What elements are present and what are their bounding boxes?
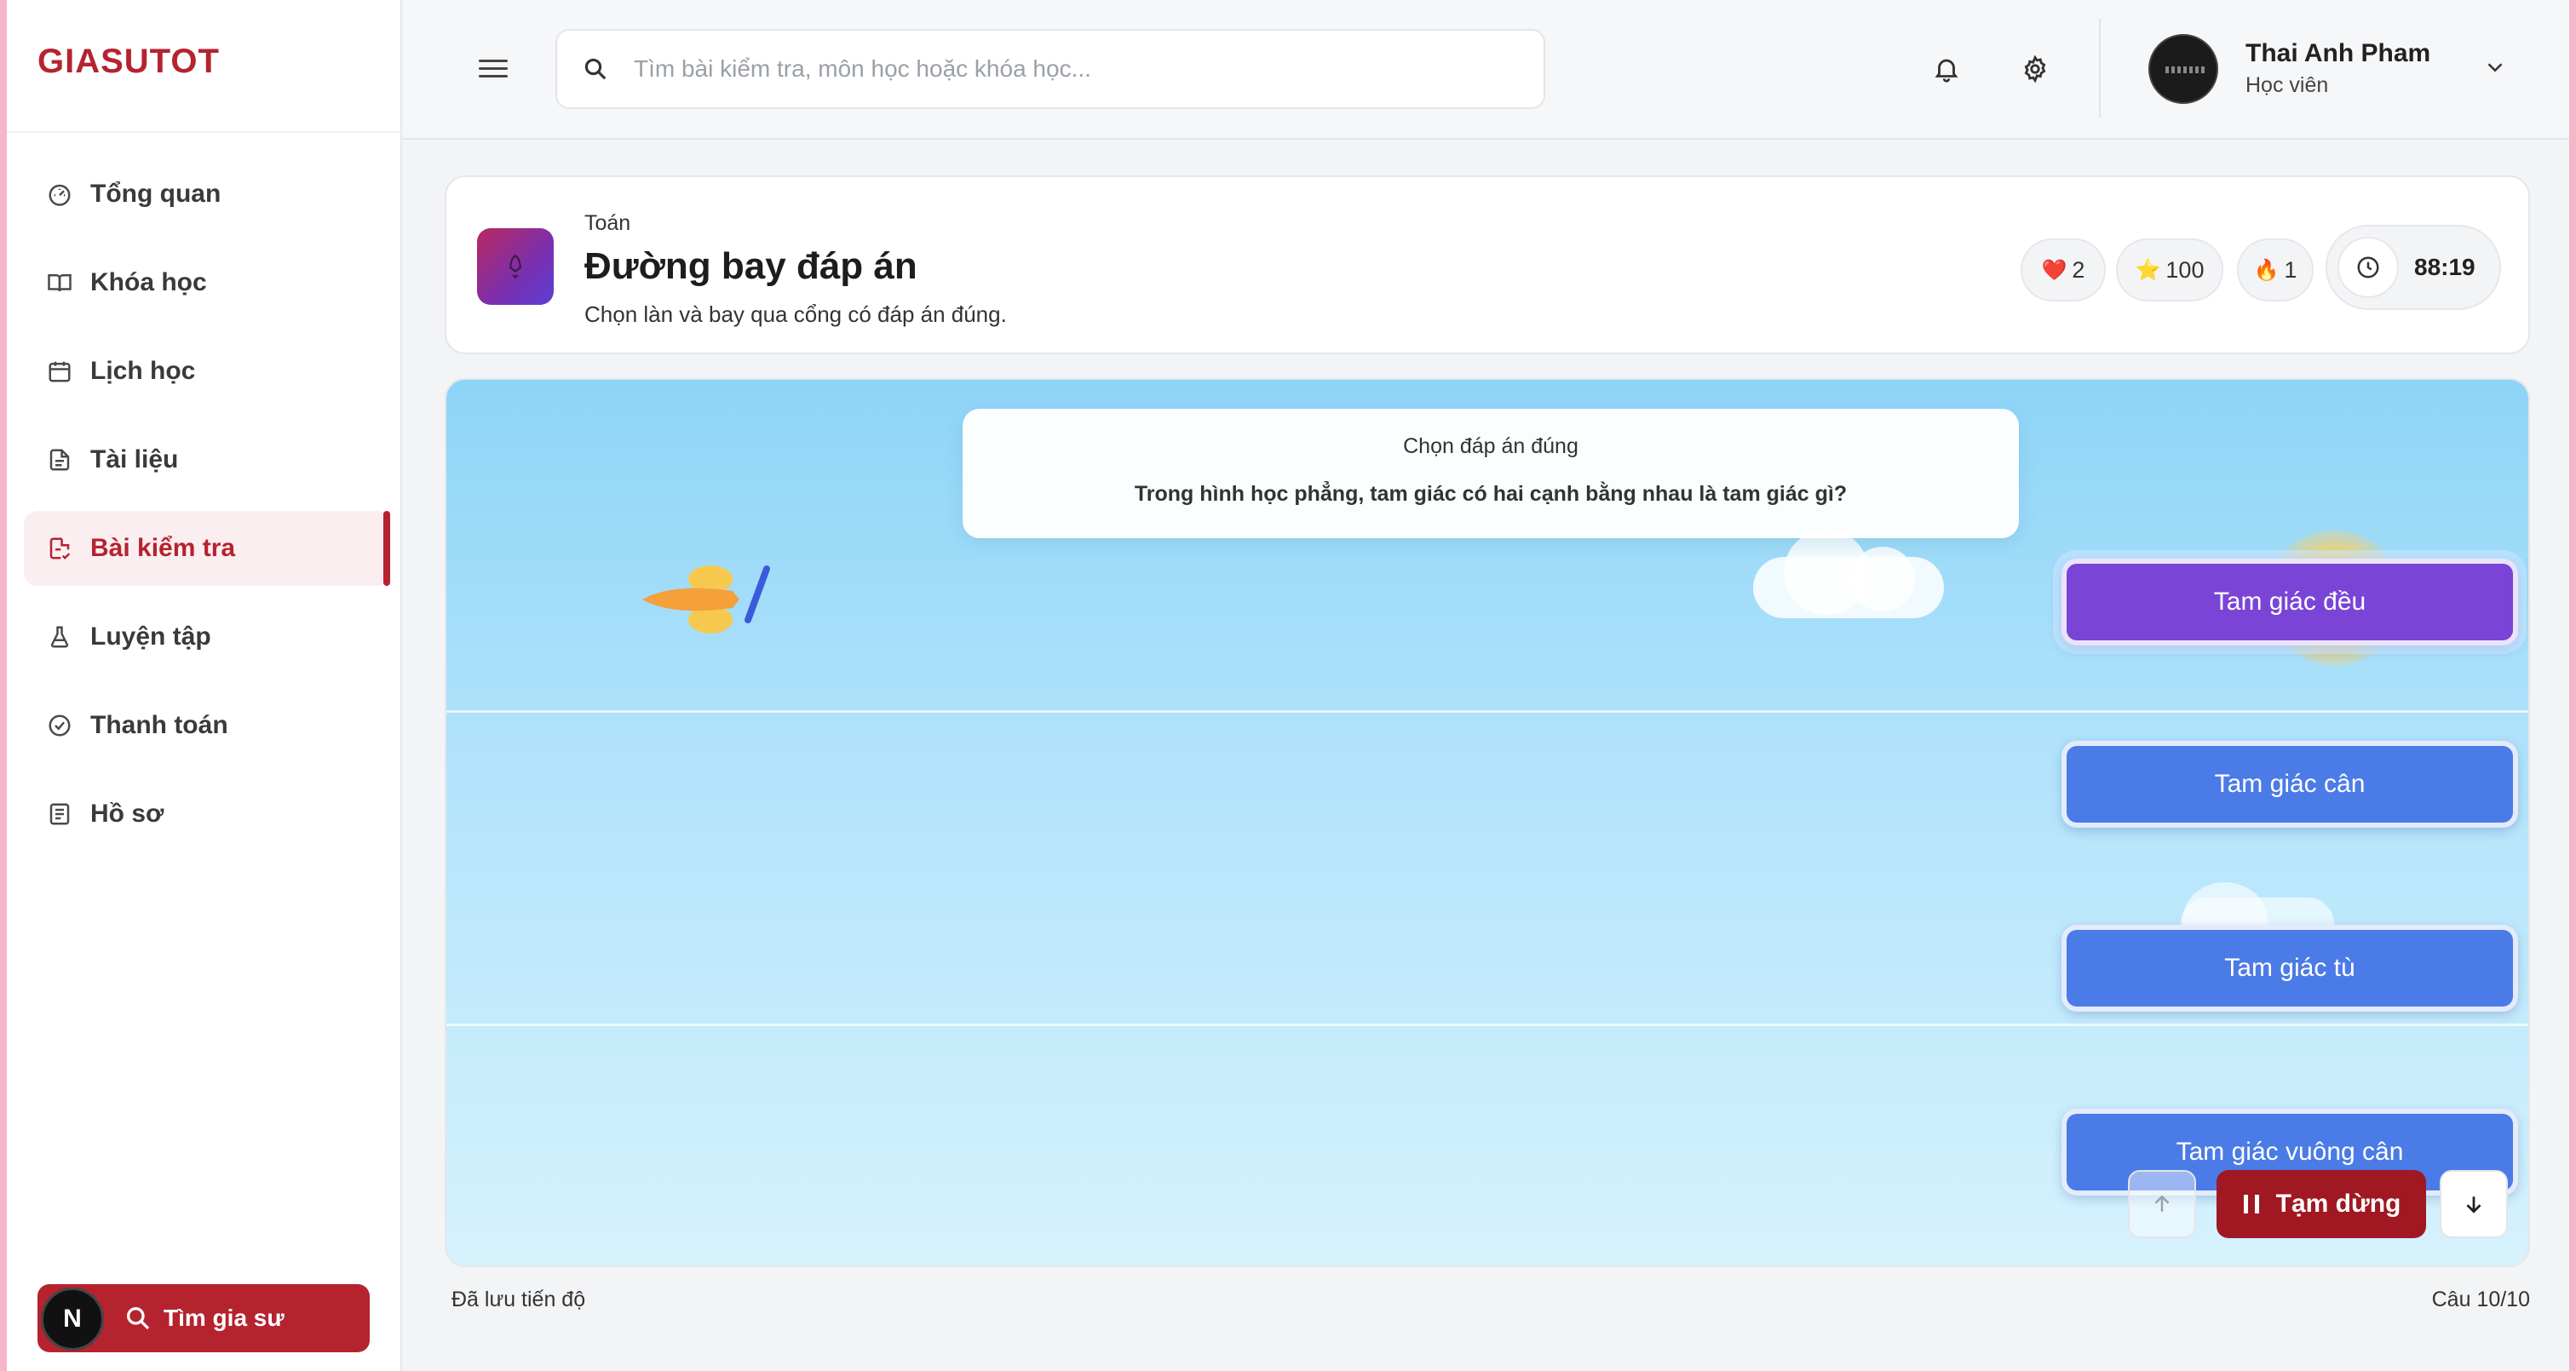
profile-icon bbox=[46, 800, 73, 828]
game-thumbnail bbox=[477, 228, 554, 305]
question-panel: Chọn đáp án đúng Trong hình học phẳng, t… bbox=[963, 409, 2019, 538]
sidebar-item-label: Bài kiểm tra bbox=[90, 534, 236, 562]
divider bbox=[7, 131, 402, 133]
saved-status: Đã lưu tiến độ bbox=[451, 1288, 586, 1311]
sidebar-item-schedule[interactable]: Lịch học bbox=[24, 334, 390, 409]
brand-logo[interactable]: GIASUTOT bbox=[37, 43, 220, 81]
topbar: Thai Anh Pham Học viên bbox=[402, 0, 2569, 140]
stars-count: 100 bbox=[2165, 256, 2205, 283]
clipboard-check-icon bbox=[46, 535, 73, 562]
calendar-icon bbox=[46, 358, 73, 385]
sidebar-item-label: Tổng quan bbox=[90, 180, 221, 208]
chevron-down-icon[interactable] bbox=[2482, 54, 2508, 80]
streak-badge: 🔥 1 bbox=[2237, 238, 2314, 301]
sidebar-item-label: Thanh toán bbox=[90, 711, 228, 739]
gear-icon[interactable] bbox=[2021, 54, 2050, 83]
sidebar-nav: Tổng quan Khóa học Lịch học Tài liệu Bài… bbox=[24, 157, 390, 865]
divider bbox=[2099, 19, 2101, 118]
sidebar-item-courses[interactable]: Khóa học bbox=[24, 245, 390, 320]
answer-option-2[interactable]: Tam giác cân bbox=[2061, 741, 2518, 828]
hearts-badge: ❤️ 2 bbox=[2021, 238, 2106, 301]
search-bar[interactable] bbox=[555, 29, 1545, 109]
sidebar-item-overview[interactable]: Tổng quan bbox=[24, 157, 390, 232]
user-name[interactable]: Thai Anh Pham bbox=[2245, 39, 2430, 68]
answer-option-1[interactable]: Tam giác đều bbox=[2061, 559, 2518, 645]
answer-option-3[interactable]: Tam giác tù bbox=[2061, 925, 2518, 1012]
menu-icon[interactable] bbox=[479, 54, 508, 83]
question-counter: Câu 10/10 bbox=[2431, 1288, 2530, 1311]
page-title: Đường bay đáp án bbox=[584, 245, 917, 287]
payment-icon bbox=[46, 712, 73, 739]
arrow-down-icon bbox=[2466, 1196, 2481, 1213]
game-header-card: Toán Đường bay đáp án Chọn làn và bay qu… bbox=[445, 175, 2530, 354]
gauge-icon bbox=[46, 181, 73, 208]
plane-icon bbox=[642, 565, 770, 634]
move-down-button[interactable] bbox=[2440, 1170, 2508, 1238]
sidebar-item-label: Luyện tập bbox=[90, 622, 211, 651]
sidebar-item-practice[interactable]: Luyện tập bbox=[24, 599, 390, 674]
sidebar: GIASUTOT Tổng quan Khóa học Lịch học Tài… bbox=[7, 0, 402, 1371]
question-text: Trong hình học phẳng, tam giác có hai cạ… bbox=[1134, 482, 1848, 506]
find-tutor-label: Tìm gia sư bbox=[164, 1305, 285, 1331]
search-input[interactable] bbox=[634, 55, 1486, 83]
arrow-up-icon bbox=[2154, 1195, 2170, 1212]
sidebar-item-label: Tài liệu bbox=[90, 445, 179, 473]
book-open-icon bbox=[46, 269, 73, 296]
sidebar-item-label: Khóa học bbox=[90, 268, 207, 296]
streak-count: 1 bbox=[2284, 256, 2297, 283]
timer-value: 88:19 bbox=[2414, 254, 2475, 280]
sidebar-item-profile[interactable]: Hồ sơ bbox=[24, 777, 390, 852]
sidebar-item-documents[interactable]: Tài liệu bbox=[24, 422, 390, 497]
search-icon bbox=[584, 58, 607, 80]
timer-badge: 88:19 bbox=[2326, 225, 2501, 310]
avatar[interactable] bbox=[2148, 34, 2218, 104]
sidebar-item-label: Hồ sơ bbox=[90, 800, 164, 828]
user-role: Học viên bbox=[2245, 73, 2329, 97]
search-icon bbox=[127, 1307, 150, 1330]
stars-badge: ⭐ 100 bbox=[2116, 238, 2223, 301]
pause-icon bbox=[2243, 1195, 2259, 1213]
question-hint: Chọn đáp án đúng bbox=[1403, 434, 1578, 458]
sidebar-item-payment[interactable]: Thanh toán bbox=[24, 688, 390, 763]
pause-label: Tạm dừng bbox=[2275, 1190, 2401, 1218]
cloud-decoration bbox=[1850, 547, 1915, 611]
clock-icon bbox=[2337, 237, 2399, 298]
rocket-icon bbox=[509, 254, 521, 279]
next-dev-badge[interactable]: N bbox=[41, 1288, 104, 1351]
lane-divider bbox=[446, 710, 2528, 713]
hearts-count: 2 bbox=[2072, 256, 2085, 283]
app-window: GIASUTOT Tổng quan Khóa học Lịch học Tài… bbox=[7, 0, 2569, 1371]
sidebar-item-label: Lịch học bbox=[90, 357, 196, 385]
lane-divider bbox=[446, 1024, 2528, 1026]
game-canvas[interactable]: Chọn đáp án đúng Trong hình học phẳng, t… bbox=[445, 378, 2530, 1267]
sidebar-item-tests[interactable]: Bài kiểm tra bbox=[24, 511, 390, 586]
pause-button[interactable]: Tạm dừng bbox=[2217, 1170, 2426, 1238]
fire-icon: 🔥 bbox=[2253, 258, 2280, 282]
file-text-icon bbox=[46, 446, 73, 473]
bell-icon[interactable] bbox=[1932, 54, 1961, 83]
game-description: Chọn làn và bay qua cổng có đáp án đúng. bbox=[584, 301, 1007, 327]
flask-icon bbox=[46, 623, 73, 651]
subject-label: Toán bbox=[584, 211, 631, 235]
heart-icon: ❤️ bbox=[2041, 258, 2067, 282]
star-icon: ⭐ bbox=[2135, 258, 2161, 282]
move-up-button[interactable] bbox=[2128, 1170, 2196, 1238]
